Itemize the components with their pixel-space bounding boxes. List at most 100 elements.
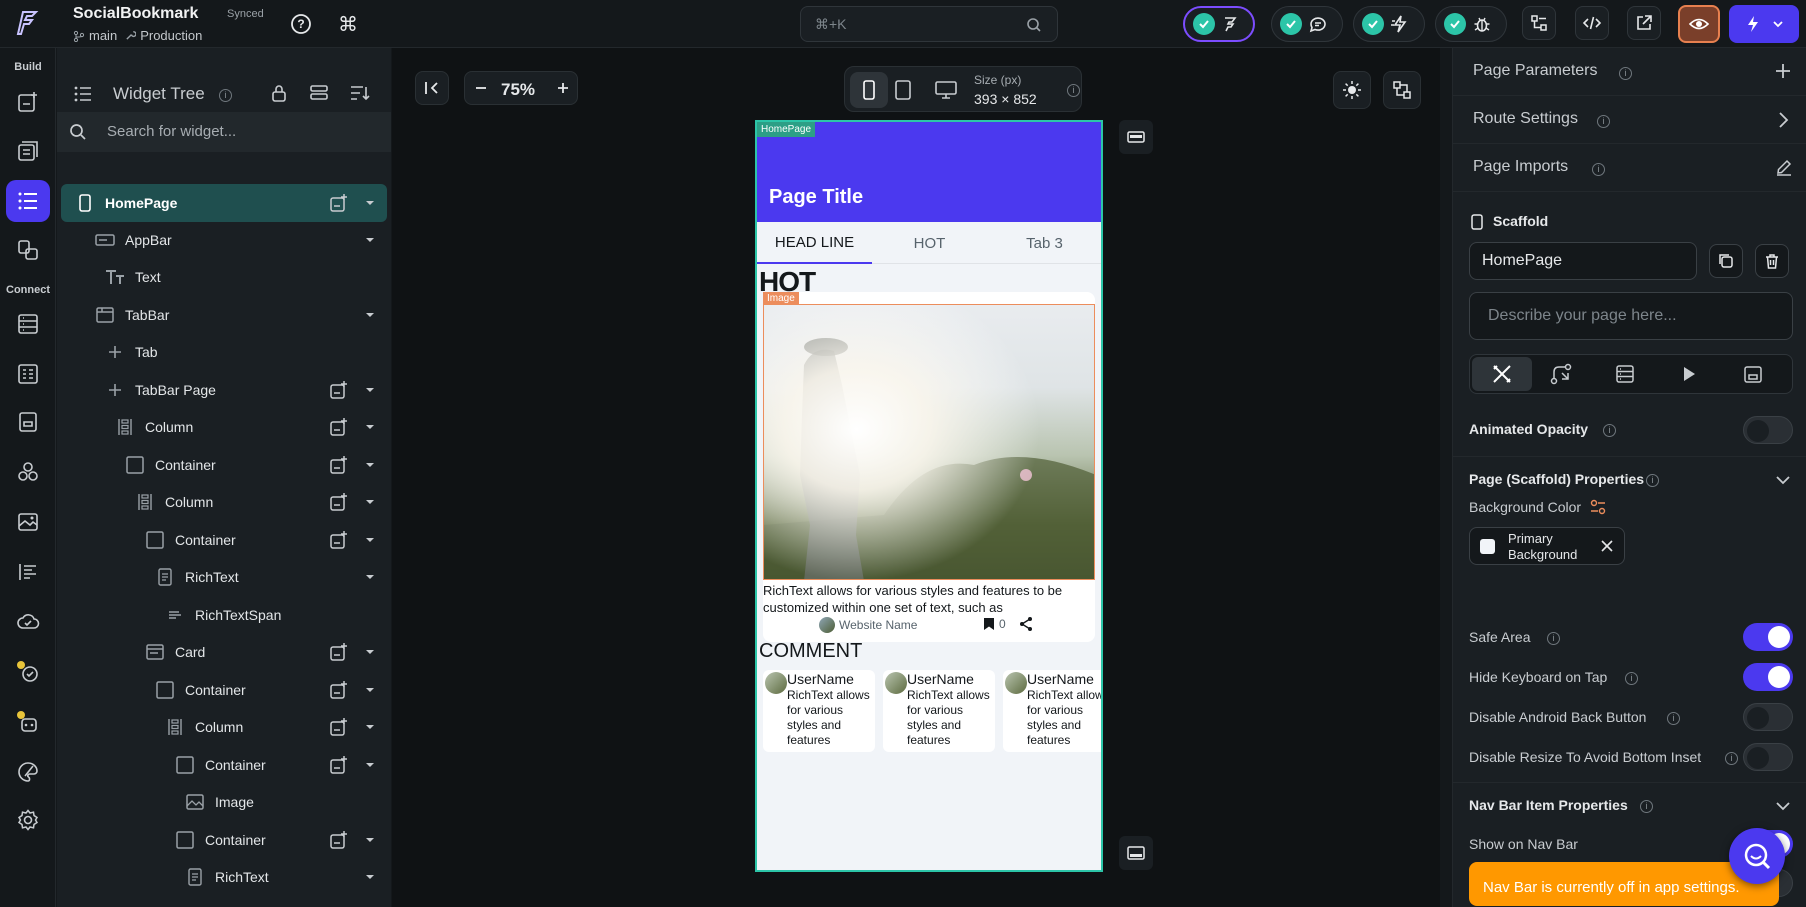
chevron-down-icon[interactable] — [1775, 473, 1791, 487]
color-options-icon[interactable] — [1590, 499, 1606, 515]
actions-flow-icon[interactable] — [1550, 363, 1574, 385]
add-child-widget-icon[interactable] — [329, 717, 349, 737]
add-child-widget-icon[interactable] — [329, 680, 349, 700]
article-card[interactable]: Image RichText allows for various styles… — [763, 292, 1095, 642]
desktop-icon[interactable] — [935, 80, 957, 100]
collapse-panel-button[interactable] — [415, 71, 449, 105]
info-icon[interactable]: i — [1067, 84, 1080, 97]
info-icon[interactable]: i — [1547, 632, 1560, 645]
comment-card[interactable]: UserName RichText allows for various styl… — [883, 670, 995, 752]
info-icon[interactable]: i — [1592, 163, 1605, 176]
add-child-widget-icon[interactable] — [329, 193, 349, 213]
tree-row-appbar[interactable]: AppBar — [61, 222, 387, 258]
branching-button[interactable] — [1522, 6, 1556, 40]
agent-status-pill[interactable] — [1183, 6, 1255, 42]
safe-area-toggle[interactable] — [1743, 623, 1793, 651]
share-icon[interactable] — [1018, 616, 1034, 632]
tab-hot[interactable]: HOT — [872, 222, 987, 264]
widget-tree-icon[interactable] — [6, 180, 50, 222]
add-child-widget-icon[interactable] — [329, 830, 349, 850]
delete-page-button[interactable] — [1755, 244, 1789, 278]
zoom-in-icon[interactable] — [555, 80, 571, 96]
chevron-down-icon[interactable] — [365, 722, 375, 732]
add-child-widget-icon[interactable] — [329, 455, 349, 475]
database-icon[interactable] — [12, 308, 44, 340]
tree-row-container[interactable]: Container — [61, 522, 387, 558]
info-icon[interactable]: i — [1597, 115, 1610, 128]
add-child-widget-icon[interactable] — [329, 530, 349, 550]
tree-row-column[interactable]: Column — [61, 709, 387, 745]
add-child-widget-icon[interactable] — [329, 492, 349, 512]
tab-headline[interactable]: HEAD LINE — [757, 222, 872, 264]
tree-row-column[interactable]: Column — [61, 484, 387, 520]
background-color-chip[interactable]: Primary Background — [1469, 527, 1625, 565]
preview-button[interactable] — [1678, 5, 1720, 43]
settings-gear-icon[interactable] — [12, 804, 44, 836]
tree-row-homepage[interactable]: HomePage — [61, 184, 387, 222]
tree-row-text[interactable]: Text — [61, 259, 387, 295]
tree-row-richtextspan[interactable]: RichTextSpan — [61, 597, 387, 633]
edit-pencil-icon[interactable] — [1775, 158, 1793, 176]
chevron-down-icon[interactable] — [365, 422, 375, 432]
add-page-icon[interactable] — [12, 86, 44, 118]
navbar-properties-header[interactable]: Nav Bar Item Properties i — [1453, 788, 1806, 824]
page-name-input[interactable]: HomePage — [1469, 242, 1697, 280]
page-imports-row[interactable]: Page Imports i — [1453, 144, 1806, 192]
size-value[interactable]: 393 × 852 — [974, 91, 1037, 107]
debug-status-pill[interactable] — [1435, 6, 1507, 42]
tree-row-card[interactable]: Card — [61, 634, 387, 670]
tree-row-container[interactable]: Container — [61, 747, 387, 783]
storage-icon[interactable] — [12, 406, 44, 438]
chevron-down-icon[interactable] — [365, 198, 375, 208]
actions-status-pill[interactable] — [1353, 6, 1425, 42]
components-icon[interactable] — [12, 234, 44, 266]
chevron-down-icon[interactable] — [365, 835, 375, 845]
chevron-down-icon[interactable] — [365, 235, 375, 245]
tree-row-richtext[interactable]: RichText — [61, 559, 387, 595]
tree-row-tabbar-page[interactable]: TabBar Page — [61, 372, 387, 408]
article-image[interactable] — [763, 304, 1095, 580]
chevron-down-icon[interactable] — [365, 310, 375, 320]
add-icon[interactable] — [1774, 62, 1792, 80]
backend-query-icon[interactable] — [1615, 364, 1635, 384]
chevron-down-icon[interactable] — [1775, 799, 1791, 813]
command-icon[interactable]: ⌘ — [338, 12, 358, 37]
folder-icon[interactable] — [1743, 364, 1763, 384]
animated-opacity-toggle[interactable] — [1743, 416, 1793, 444]
appbar-toggle-button[interactable] — [1119, 120, 1153, 154]
add-child-widget-icon[interactable] — [329, 380, 349, 400]
page-parameters-row[interactable]: Page Parameters i — [1453, 48, 1806, 96]
chevron-down-icon[interactable] — [365, 460, 375, 470]
chevron-down-icon[interactable] — [365, 497, 375, 507]
page-description-input[interactable]: Describe your page here... — [1469, 292, 1793, 340]
comment-card[interactable]: UserName RichText allows for various styl… — [763, 670, 875, 752]
help-icon[interactable]: ? — [290, 13, 312, 35]
list-icon[interactable] — [12, 556, 44, 588]
integrations-icon[interactable] — [12, 456, 44, 488]
chat-status-pill[interactable] — [1271, 6, 1343, 42]
tab-properties[interactable] — [1472, 357, 1532, 391]
schema-icon[interactable] — [12, 358, 44, 390]
tablet-icon[interactable] — [895, 80, 911, 100]
hide-keyboard-toggle[interactable] — [1743, 663, 1793, 691]
add-child-widget-icon[interactable] — [329, 755, 349, 775]
tree-row-tabbar[interactable]: TabBar — [61, 297, 387, 333]
info-icon[interactable]: i — [1646, 474, 1659, 487]
tree-row-richtext[interactable]: RichText — [61, 859, 387, 895]
chevron-down-icon[interactable] — [365, 685, 375, 695]
chevron-down-icon[interactable] — [365, 872, 375, 882]
global-search[interactable]: ⌘+K — [800, 6, 1058, 42]
website-name[interactable]: Website Name — [839, 618, 917, 632]
chevron-down-icon[interactable] — [365, 647, 375, 657]
tree-row-image[interactable]: Image — [61, 784, 387, 820]
tree-row-container[interactable]: Container — [61, 672, 387, 708]
chevron-down-icon[interactable] — [365, 760, 375, 770]
agent-icon[interactable] — [12, 706, 44, 738]
add-child-widget-icon[interactable] — [329, 642, 349, 662]
chevron-down-icon[interactable] — [365, 535, 375, 545]
cloud-icon[interactable] — [12, 606, 44, 638]
tree-row-container[interactable]: Container — [61, 447, 387, 483]
route-settings-row[interactable]: Route Settings i — [1453, 96, 1806, 144]
disable-resize-toggle[interactable] — [1743, 743, 1793, 771]
code-button[interactable] — [1575, 6, 1609, 40]
